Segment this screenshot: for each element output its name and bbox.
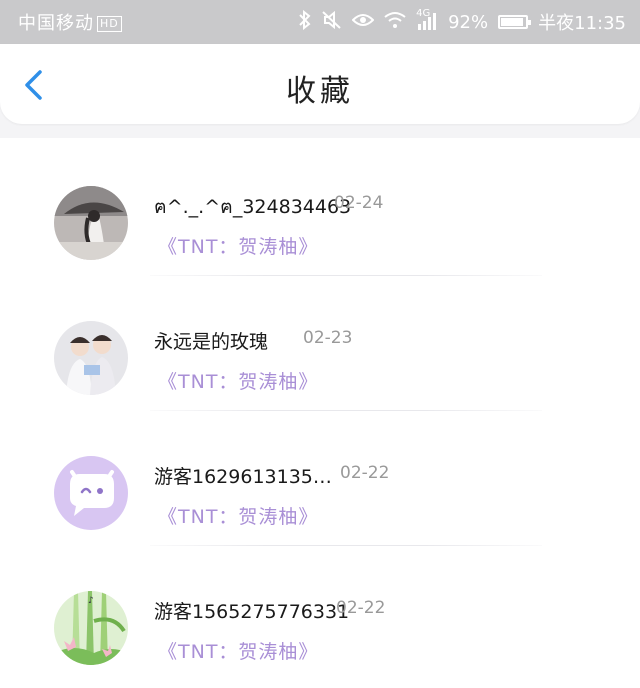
list-item[interactable]: 游客1629613135… 02-22 《TNT：贺涛柚》 — [0, 408, 640, 546]
default-chat-face-icon[interactable] — [54, 456, 128, 530]
favorite-title[interactable]: 《TNT：贺涛柚》 — [158, 232, 318, 259]
user-name: ฅ^._.^ฅ_324834463 — [154, 196, 352, 218]
list-item[interactable]: 永远是的玫瑰 02-23 《TNT：贺涛柚》 — [0, 273, 640, 411]
battery-icon — [498, 15, 532, 29]
favorite-title[interactable]: 《TNT：贺涛柚》 — [158, 637, 318, 664]
list-item[interactable]: ฅ^._.^ฅ_324834463 02-24 《TNT：贺涛柚》 — [0, 138, 640, 276]
avatar[interactable]: ♪ — [54, 591, 128, 665]
avatar[interactable] — [54, 186, 128, 260]
battery-percent: 92% — [448, 11, 489, 33]
post-date: 02-22 — [336, 598, 386, 618]
list-item[interactable]: ♪ 游客1565275776331 02-22 《TNT：贺涛柚》 — [0, 543, 640, 678]
status-right: 4G 92% 半夜11:35 — [298, 8, 626, 35]
post-date: 02-23 — [303, 328, 353, 348]
post-date: 02-22 — [340, 463, 390, 483]
status-left: 中国移动 HD — [18, 9, 122, 35]
svg-text:♪: ♪ — [88, 596, 94, 606]
favorites-list: ฅ^._.^ฅ_324834463 02-24 《TNT：贺涛柚》 永远是的玫瑰… — [0, 138, 640, 688]
user-name: 永远是的玫瑰 — [154, 331, 269, 353]
favorite-title[interactable]: 《TNT：贺涛柚》 — [158, 367, 318, 394]
mute-icon — [322, 10, 342, 35]
signal-icon: 4G — [416, 8, 438, 33]
hd-badge: HD — [97, 16, 122, 32]
header: 收藏 — [0, 44, 640, 124]
eye-icon — [351, 12, 375, 33]
favorite-title[interactable]: 《TNT：贺涛柚》 — [158, 502, 318, 529]
user-name: 游客1629613135… — [154, 466, 332, 488]
clock: 半夜11:35 — [538, 13, 626, 34]
user-name: 游客1565275776331 — [154, 601, 350, 623]
status-bar: 中国移动 HD 4G 92% 半夜11:35 — [0, 0, 640, 44]
post-date: 02-24 — [334, 193, 384, 213]
carrier-label: 中国移动 — [18, 13, 94, 34]
bluetooth-icon — [298, 9, 312, 35]
network-label: 4G — [416, 7, 431, 19]
wifi-icon — [384, 11, 406, 34]
battery-level — [501, 18, 524, 26]
avatar[interactable] — [54, 321, 128, 395]
page-title: 收藏 — [286, 74, 354, 109]
